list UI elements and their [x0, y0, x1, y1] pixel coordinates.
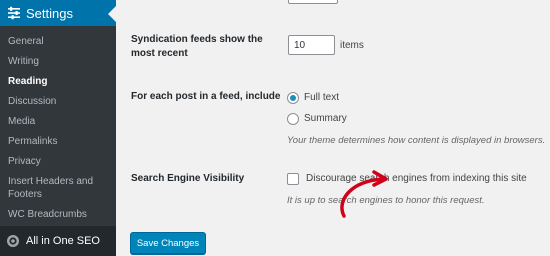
submenu-item-privacy[interactable]: Privacy — [0, 152, 116, 172]
summary-label[interactable]: Summary — [304, 113, 347, 124]
syndication-feeds-label: Syndication feeds show the most recent — [131, 34, 263, 59]
submenu-item-wc-breadcrumbs[interactable]: WC Breadcrumbs — [0, 205, 116, 225]
summary-radio[interactable] — [287, 113, 299, 125]
settings-sliders-icon — [8, 6, 20, 20]
discourage-search-engines-checkbox[interactable] — [287, 173, 299, 185]
menu-settings-label: Settings — [26, 5, 73, 21]
full-text-radio[interactable] — [287, 92, 299, 104]
current-menu-notch — [108, 6, 116, 22]
syndication-feeds-input[interactable] — [288, 35, 335, 55]
search-engine-visibility-label: Search Engine Visibility — [131, 173, 245, 184]
reading-settings-form: Syndication feeds show the most recent i… — [116, 0, 550, 256]
full-text-label[interactable]: Full text — [304, 92, 339, 103]
syndication-feeds-suffix: items — [340, 40, 364, 51]
aioseo-gear-icon — [7, 235, 19, 247]
menu-all-in-one-seo[interactable]: All in One SEO — [0, 226, 116, 256]
submenu-item-insert-headers-footers[interactable]: Insert Headers and Footers — [0, 172, 116, 205]
menu-all-in-one-seo-label: All in One SEO — [26, 235, 100, 247]
menu-settings[interactable]: Settings — [0, 0, 116, 26]
feed-content-description: Your theme determines how content is dis… — [287, 135, 546, 146]
feed-content-label: For each post in a feed, include — [131, 91, 281, 102]
annotation-arrow-icon — [340, 170, 388, 218]
submenu-item-permalinks[interactable]: Permalinks — [0, 132, 116, 152]
settings-submenu: General Writing Reading Discussion Media… — [0, 26, 116, 226]
submenu-item-media[interactable]: Media — [0, 112, 116, 132]
submenu-item-reading[interactable]: Reading — [0, 72, 116, 92]
submenu-item-writing[interactable]: Writing — [0, 52, 116, 72]
posts-per-page-field-partial[interactable] — [288, 0, 338, 4]
admin-sidebar: Settings General Writing Reading Discuss… — [0, 0, 116, 256]
save-changes-button[interactable]: Save Changes — [130, 232, 206, 254]
submenu-item-discussion[interactable]: Discussion — [0, 92, 116, 112]
submenu-item-general[interactable]: General — [0, 32, 116, 52]
